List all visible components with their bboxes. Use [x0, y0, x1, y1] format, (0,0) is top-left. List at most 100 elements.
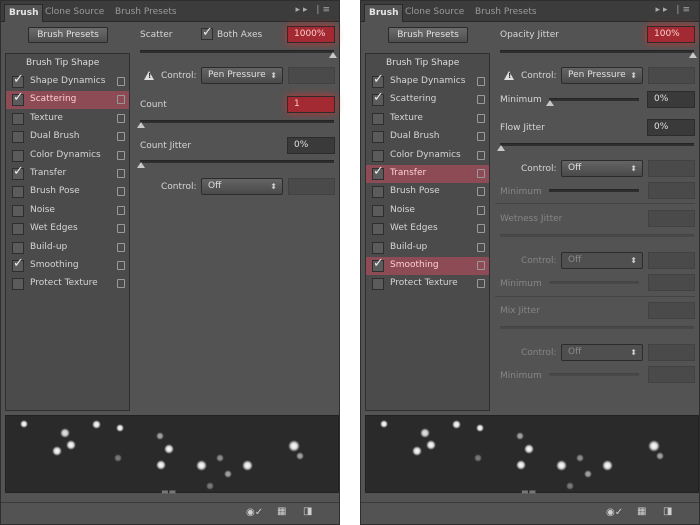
- grid-icon[interactable]: ▦: [637, 506, 646, 517]
- option-checkbox[interactable]: [372, 149, 384, 162]
- tab-brush[interactable]: Brush: [364, 4, 404, 22]
- brush-toggle-icon[interactable]: ◉✓: [606, 507, 623, 518]
- lock-icon[interactable]: [477, 169, 485, 178]
- lock-icon[interactable]: [477, 95, 485, 105]
- list-item-wet-edges[interactable]: Wet Edges: [6, 220, 129, 238]
- list-item-shape-dynamics[interactable]: ✓ Shape Dynamics: [6, 72, 129, 91]
- opacity-jitter-slider-thumb[interactable]: [689, 52, 697, 58]
- list-item-build-up[interactable]: Build-up: [366, 239, 489, 257]
- list-item-transfer[interactable]: ✓ Transfer: [366, 164, 489, 183]
- both-axes-checkbox[interactable]: ✓: [201, 25, 213, 40]
- option-checkbox[interactable]: [372, 223, 384, 236]
- lock-icon[interactable]: [117, 77, 125, 86]
- resize-grip-icon[interactable]: ▬▬: [161, 487, 176, 496]
- list-item-brush-pose[interactable]: Brush Pose: [6, 183, 129, 201]
- flow-jitter-slider-thumb[interactable]: [497, 145, 505, 151]
- option-checkbox[interactable]: [372, 278, 384, 291]
- lock-icon[interactable]: [477, 224, 485, 234]
- lock-icon[interactable]: [477, 77, 485, 86]
- minimum-slider-thumb[interactable]: [546, 100, 554, 106]
- lock-icon[interactable]: [117, 132, 125, 142]
- option-checkbox[interactable]: [372, 186, 384, 199]
- double-chevron-icon[interactable]: ▸▸: [296, 5, 311, 15]
- list-item-color-dynamics[interactable]: Color Dynamics: [366, 147, 489, 165]
- list-item-color-dynamics[interactable]: Color Dynamics: [6, 147, 129, 165]
- count-slider[interactable]: [140, 120, 334, 123]
- scatter-field[interactable]: 1000%: [287, 26, 335, 43]
- grid-icon[interactable]: ▦: [277, 506, 286, 517]
- lock-icon[interactable]: [477, 150, 485, 160]
- option-checkbox[interactable]: [372, 204, 384, 217]
- lock-icon[interactable]: [117, 205, 125, 215]
- list-item-scattering[interactable]: ✓ Scattering: [366, 90, 489, 109]
- control2-select[interactable]: Off ⬍: [201, 178, 283, 195]
- new-preset-icon[interactable]: ◨: [663, 506, 672, 517]
- flow-jitter-slider[interactable]: [500, 143, 694, 146]
- panel-menu-icon[interactable]: |≡: [676, 5, 693, 15]
- scatter-slider[interactable]: [140, 50, 334, 53]
- lock-icon[interactable]: [477, 279, 485, 289]
- lock-icon[interactable]: [477, 187, 485, 197]
- tab-clone-source[interactable]: Clone Source: [401, 4, 468, 22]
- list-item-shape-dynamics[interactable]: ✓ Shape Dynamics: [366, 72, 489, 91]
- lock-icon[interactable]: [117, 242, 125, 252]
- option-checkbox[interactable]: [12, 186, 24, 199]
- tab-brush[interactable]: Brush: [4, 4, 44, 22]
- list-item-smoothing[interactable]: ✓ Smoothing: [6, 256, 129, 275]
- brush-presets-button[interactable]: Brush Presets: [28, 27, 108, 43]
- tab-brush-presets[interactable]: Brush Presets: [111, 4, 181, 22]
- scatter-slider-thumb[interactable]: [329, 52, 337, 58]
- lock-icon[interactable]: [117, 95, 125, 105]
- count-jitter-slider[interactable]: [140, 160, 334, 163]
- list-item-noise[interactable]: Noise: [6, 202, 129, 220]
- option-checkbox[interactable]: [372, 112, 384, 125]
- count-jitter-field[interactable]: 0%: [287, 137, 335, 154]
- list-item-protect-texture[interactable]: Protect Texture: [6, 275, 129, 293]
- brush-presets-button[interactable]: Brush Presets: [388, 27, 468, 43]
- new-preset-icon[interactable]: ◨: [303, 506, 312, 517]
- list-item-transfer[interactable]: ✓ Transfer: [6, 164, 129, 183]
- option-checkbox[interactable]: [372, 241, 384, 254]
- control-select[interactable]: Pen Pressure ⬍: [561, 67, 643, 84]
- tab-brush-presets[interactable]: Brush Presets: [471, 4, 541, 22]
- list-item-dual-brush[interactable]: Dual Brush: [366, 128, 489, 146]
- option-checkbox[interactable]: [12, 112, 24, 125]
- opacity-jitter-field[interactable]: 100%: [647, 26, 695, 43]
- lock-icon[interactable]: [477, 132, 485, 142]
- list-item-smoothing[interactable]: ✓ Smoothing: [366, 256, 489, 275]
- minimum-slider[interactable]: [549, 98, 639, 101]
- lock-icon[interactable]: [117, 261, 125, 270]
- brush-toggle-icon[interactable]: ◉✓: [246, 507, 263, 518]
- lock-icon[interactable]: [117, 224, 125, 234]
- count-slider-thumb[interactable]: [137, 122, 145, 128]
- option-checkbox[interactable]: [12, 223, 24, 236]
- lock-icon[interactable]: [117, 169, 125, 178]
- list-item-brush-pose[interactable]: Brush Pose: [366, 183, 489, 201]
- list-item-texture[interactable]: Texture: [366, 110, 489, 128]
- lock-icon[interactable]: [477, 242, 485, 252]
- opacity-jitter-slider[interactable]: [500, 50, 694, 53]
- panel-menu-icon[interactable]: |≡: [316, 5, 333, 15]
- minimum-field[interactable]: 0%: [647, 91, 695, 108]
- option-checkbox[interactable]: [12, 149, 24, 162]
- control-select[interactable]: Pen Pressure ⬍: [201, 67, 283, 84]
- lock-icon[interactable]: [117, 113, 125, 123]
- lock-icon[interactable]: [117, 150, 125, 160]
- list-item-wet-edges[interactable]: Wet Edges: [366, 220, 489, 238]
- option-checkbox[interactable]: [372, 131, 384, 144]
- lock-icon[interactable]: [117, 187, 125, 197]
- tab-clone-source[interactable]: Clone Source: [41, 4, 108, 22]
- flow-jitter-field[interactable]: 0%: [647, 119, 695, 136]
- list-item-build-up[interactable]: Build-up: [6, 239, 129, 257]
- brush-tip-shape-item[interactable]: Brush Tip Shape: [366, 55, 489, 73]
- lock-icon[interactable]: [477, 113, 485, 123]
- list-item-protect-texture[interactable]: Protect Texture: [366, 275, 489, 293]
- option-checkbox[interactable]: [12, 131, 24, 144]
- lock-icon[interactable]: [477, 205, 485, 215]
- count-field[interactable]: 1: [287, 96, 335, 113]
- brush-tip-shape-item[interactable]: Brush Tip Shape: [6, 55, 129, 73]
- resize-grip-icon[interactable]: ▬▬: [521, 487, 536, 496]
- lock-icon[interactable]: [117, 279, 125, 289]
- flow-control-select[interactable]: Off ⬍: [561, 160, 643, 177]
- list-item-noise[interactable]: Noise: [366, 202, 489, 220]
